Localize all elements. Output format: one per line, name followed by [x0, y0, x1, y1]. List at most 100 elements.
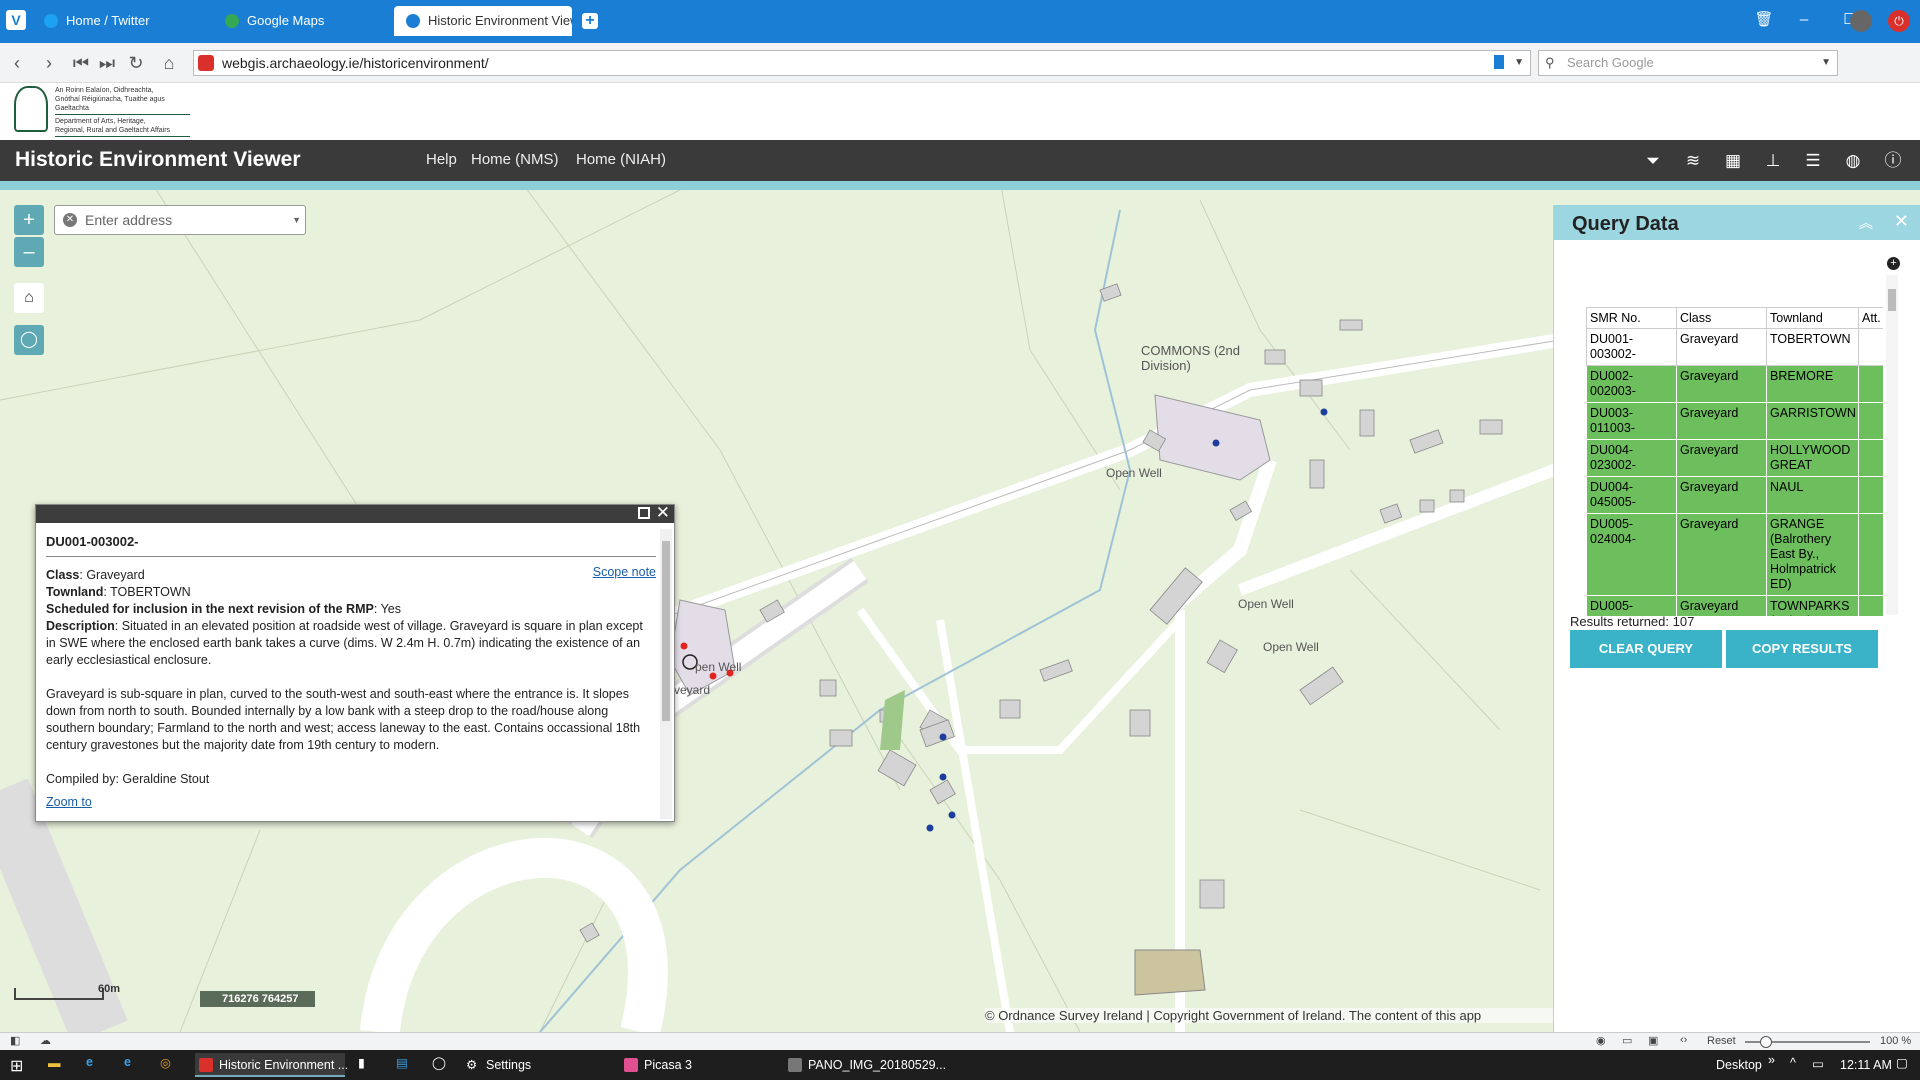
popup-townland: Townland: TOBERTOWN	[46, 585, 191, 599]
list-icon[interactable]: ☰	[1802, 150, 1824, 172]
filter-icon[interactable]: ⏷	[1642, 150, 1664, 172]
info-icon[interactable]: ⓘ	[1882, 150, 1904, 172]
file-explorer-icon[interactable]: ▬	[48, 1056, 61, 1070]
nav-home-niah[interactable]: Home (NIAH)	[576, 151, 666, 168]
camera-icon[interactable]: ◉	[1596, 1034, 1606, 1047]
chevron-down-icon[interactable]: ▼	[1821, 51, 1831, 75]
chevron-up-icon[interactable]: ^	[1790, 1056, 1796, 1070]
measure-icon[interactable]: ⊥	[1762, 150, 1784, 172]
chrome-icon[interactable]: ◎	[160, 1055, 171, 1070]
scope-note-link[interactable]: Scope note	[593, 564, 656, 581]
table-row[interactable]: DU001-003002- Graveyard TOBERTOWN	[1586, 328, 1883, 366]
map-label-open-well: Open Well	[1263, 640, 1319, 654]
popup-scheduled: Scheduled for inclusion in the next revi…	[46, 602, 401, 616]
query-panel-title: Query Data	[1572, 213, 1679, 235]
forward-button[interactable]: ›	[38, 52, 60, 74]
chevron-down-icon[interactable]: ▼	[1514, 51, 1524, 75]
vivaldi-icon[interactable]: ⏻	[1888, 10, 1910, 32]
reload-button[interactable]: ↻	[125, 52, 147, 74]
clock[interactable]: 12:11 AM	[1840, 1058, 1892, 1072]
search-input[interactable]: ⚲ Search Google ▼	[1538, 50, 1838, 76]
col-header-att[interactable]: Att.	[1858, 307, 1883, 329]
scale-bar	[14, 988, 104, 1000]
twitter-icon	[44, 14, 58, 28]
table-row[interactable]: DU003-011003- Graveyard GARRISTOWN	[1586, 402, 1883, 440]
windows-taskbar: ⊞ ▬ e e ◎ Historic Environment ... ▮ ▤ ◯…	[0, 1050, 1920, 1080]
tab-google-maps[interactable]: Google Maps	[213, 6, 391, 36]
table-row[interactable]: DU004-045005- Graveyard NAUL	[1586, 476, 1883, 514]
globe-icon[interactable]: ◍	[1842, 150, 1864, 172]
cortana-icon[interactable]: ◯	[432, 1055, 446, 1070]
url-input[interactable]: webgis.archaeology.ie/historicenvironmen…	[193, 50, 1531, 76]
cloud-sync-icon[interactable]: ☁	[40, 1034, 51, 1047]
layers-icon[interactable]: ≋	[1682, 150, 1704, 172]
historic-env-icon	[406, 14, 420, 28]
image-icon[interactable]: ▣	[1648, 1034, 1658, 1047]
zoom-in-button[interactable]: +	[14, 205, 44, 235]
col-header-class[interactable]: Class	[1676, 307, 1767, 329]
table-cell-att	[1858, 595, 1883, 616]
profile-icon[interactable]	[1850, 10, 1872, 32]
col-header-smr[interactable]: SMR No.	[1586, 307, 1677, 329]
rewind-button[interactable]: ⏮	[70, 52, 92, 74]
reset-zoom-button[interactable]: Reset	[1707, 1035, 1736, 1047]
nav-home-nms[interactable]: Home (NMS)	[471, 151, 559, 168]
windows-start-icon[interactable]: ⊞	[10, 1056, 23, 1076]
close-icon[interactable]: ✕	[1894, 211, 1909, 232]
taskbar-settings[interactable]: ⚙ Settings	[462, 1053, 612, 1077]
locate-icon[interactable]: ◯	[14, 325, 44, 355]
app-icon[interactable]: ▮	[358, 1055, 365, 1070]
maximize-icon[interactable]	[638, 507, 650, 519]
home-extent-icon[interactable]: ⌂	[14, 283, 44, 313]
tile-icon[interactable]: ▭	[1622, 1034, 1632, 1047]
code-icon[interactable]: ‹›	[1680, 1034, 1687, 1046]
grid-icon[interactable]: ▦	[1722, 150, 1744, 172]
popup-scrollbar[interactable]	[660, 529, 672, 819]
bookmark-icon[interactable]	[1494, 55, 1504, 69]
zoom-to-link[interactable]: Zoom to	[46, 795, 92, 809]
taskbar-historic-environment[interactable]: Historic Environment ...	[195, 1053, 348, 1077]
ie-icon[interactable]: e	[124, 1055, 131, 1069]
table-row[interactable]: DU002-002003- Graveyard BREMORE	[1586, 365, 1883, 403]
home-button[interactable]: ⌂	[158, 52, 180, 74]
table-row[interactable]: DU005-031002-GraveyardTOWNPARKS (Balroth…	[1586, 595, 1883, 616]
new-tab-button[interactable]: +	[582, 13, 598, 29]
table-cell-att	[1858, 476, 1883, 514]
vivaldi-menu-icon[interactable]: V	[6, 10, 26, 30]
toolbar-expand-icon[interactable]: »	[1768, 1053, 1775, 1067]
zoom-out-button[interactable]: –	[14, 237, 44, 267]
notification-icon[interactable]: ▢	[1896, 1055, 1908, 1070]
network-icon[interactable]: ▭	[1812, 1056, 1824, 1071]
query-scrollbar[interactable]	[1886, 275, 1898, 615]
tab-twitter[interactable]: Home / Twitter	[32, 6, 210, 36]
back-button[interactable]: ‹	[6, 52, 28, 74]
tab-historic-environment[interactable]: Historic Environment Viewe	[394, 6, 572, 36]
fastforward-button[interactable]: ⏭	[96, 52, 118, 74]
taskbar-picasa[interactable]: Picasa 3	[620, 1053, 770, 1077]
clear-icon[interactable]: ✕	[63, 213, 77, 227]
add-column-icon[interactable]: +	[1887, 257, 1900, 270]
table-row[interactable]: DU004-023002- Graveyard HOLLYWOOD GREAT	[1586, 439, 1883, 477]
desktop-toolbar[interactable]: Desktop	[1716, 1058, 1762, 1072]
query-table-wrap[interactable]: SMR No. Class Townland Att. DU001-003002…	[1570, 256, 1883, 616]
taskbar-pano-img[interactable]: PANO_IMG_20180529...	[784, 1053, 946, 1077]
chevron-down-icon[interactable]: ▼	[292, 206, 301, 234]
trash-icon[interactable]: 🗑	[1748, 8, 1780, 32]
gear-icon: ⚙	[466, 1058, 478, 1072]
edge-icon[interactable]: e	[86, 1055, 93, 1069]
site-header	[0, 83, 1920, 140]
panel-toggle-icon[interactable]: ◧	[10, 1034, 20, 1047]
minimize-button[interactable]: –	[1788, 8, 1820, 32]
table-cell-att	[1858, 513, 1883, 596]
close-icon[interactable]: ✕	[656, 503, 670, 523]
nav-help[interactable]: Help	[426, 151, 457, 168]
table-cell-smr: DU005-024004-	[1586, 513, 1677, 596]
collapse-icon[interactable]: ︽	[1859, 213, 1873, 233]
address-search-input[interactable]: ✕ Enter address ▼	[54, 205, 306, 235]
table-row[interactable]: DU005-024004- Graveyard GRANGE (Balrothery…	[1586, 513, 1883, 596]
app-icon[interactable]: ▤	[396, 1055, 408, 1070]
zoom-slider-handle[interactable]	[1760, 1036, 1772, 1048]
col-header-townland[interactable]: Townland	[1766, 307, 1859, 329]
copy-results-button[interactable]: COPY RESULTS	[1726, 630, 1878, 668]
clear-query-button[interactable]: CLEAR QUERY	[1570, 630, 1722, 668]
